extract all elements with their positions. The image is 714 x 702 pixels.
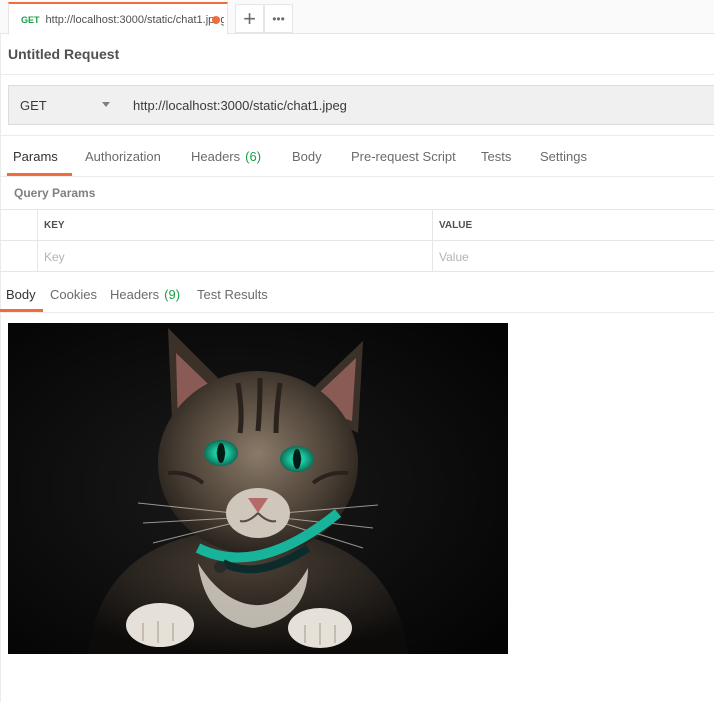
url-input[interactable]: http://localhost:3000/static/chat1.jpeg — [123, 85, 714, 125]
tab-body[interactable]: Body — [292, 136, 322, 177]
cat-image — [8, 323, 508, 654]
tab-options-button[interactable]: ••• — [264, 4, 293, 33]
query-params-table: KEY VALUE Key Value — [0, 209, 714, 272]
tab-label: Cookies — [50, 287, 97, 302]
request-tab[interactable]: GET http://localhost:3000/static/chat1.j… — [8, 2, 228, 35]
checkbox-column — [0, 210, 38, 241]
tab-tests[interactable]: Tests — [481, 136, 511, 177]
request-title-bar: Untitled Request — [0, 34, 714, 75]
table-row: Key Value — [0, 241, 714, 272]
plus-icon: + — [243, 5, 256, 31]
tab-pre-request-script[interactable]: Pre-request Script — [351, 136, 456, 177]
ellipsis-icon: ••• — [272, 11, 285, 26]
tab-label: Body — [292, 149, 322, 164]
response-tab-headers[interactable]: Headers (9) — [110, 276, 180, 313]
response-tab-test-results[interactable]: Test Results — [197, 276, 268, 313]
unsaved-dot-icon — [212, 16, 220, 24]
active-tab-indicator — [7, 173, 72, 176]
response-image — [8, 323, 508, 654]
new-tab-button[interactable]: + — [235, 4, 264, 33]
tab-label: Headers — [110, 287, 160, 302]
column-header-key: KEY — [38, 210, 433, 241]
tab-label: Params — [13, 149, 58, 164]
tab-label: Body — [6, 287, 36, 302]
response-tab-body[interactable]: Body — [0, 276, 43, 313]
tab-label: Test Results — [197, 287, 268, 302]
tab-label: Tests — [481, 149, 512, 164]
row-checkbox[interactable] — [0, 241, 38, 272]
response-tab-cookies[interactable]: Cookies — [50, 276, 97, 313]
chevron-down-icon — [102, 102, 110, 107]
headers-count-badge: (6) — [245, 149, 262, 164]
url-bar: GET http://localhost:3000/static/chat1.j… — [0, 76, 714, 136]
tab-label: Pre-request Script — [351, 149, 456, 164]
query-params-heading: Query Params — [14, 186, 96, 200]
tab-headers[interactable]: Headers (6) — [191, 136, 261, 177]
url-value: http://localhost:3000/static/chat1.jpeg — [133, 97, 347, 113]
tab-title: http://localhost:3000/static/chat1.jpeg — [45, 13, 224, 26]
tab-params[interactable]: Params — [7, 136, 72, 177]
method-select[interactable]: GET — [8, 85, 124, 125]
active-tab-indicator — [0, 309, 43, 312]
response-tabs: Body Cookies Headers (9) Test Results — [0, 276, 714, 313]
column-header-value: VALUE — [439, 220, 473, 231]
tab-method-badge: GET — [21, 14, 40, 25]
method-value: GET — [20, 97, 47, 113]
request-tab-bar: GET http://localhost:3000/static/chat1.j… — [0, 0, 714, 35]
tab-settings[interactable]: Settings — [540, 136, 587, 177]
key-input[interactable]: Key — [38, 241, 433, 272]
tab-label: Authorization — [85, 149, 161, 164]
tab-label: Headers — [191, 149, 241, 164]
tab-authorization[interactable]: Authorization — [85, 136, 161, 177]
headers-count-badge: (9) — [164, 287, 181, 302]
table-header-row: KEY VALUE — [0, 210, 714, 241]
value-input[interactable]: Value — [433, 241, 714, 272]
request-title[interactable]: Untitled Request — [8, 46, 119, 62]
tab-label: Settings — [540, 149, 587, 164]
request-tabs: Params Authorization Headers (6) Body Pr… — [0, 136, 714, 177]
